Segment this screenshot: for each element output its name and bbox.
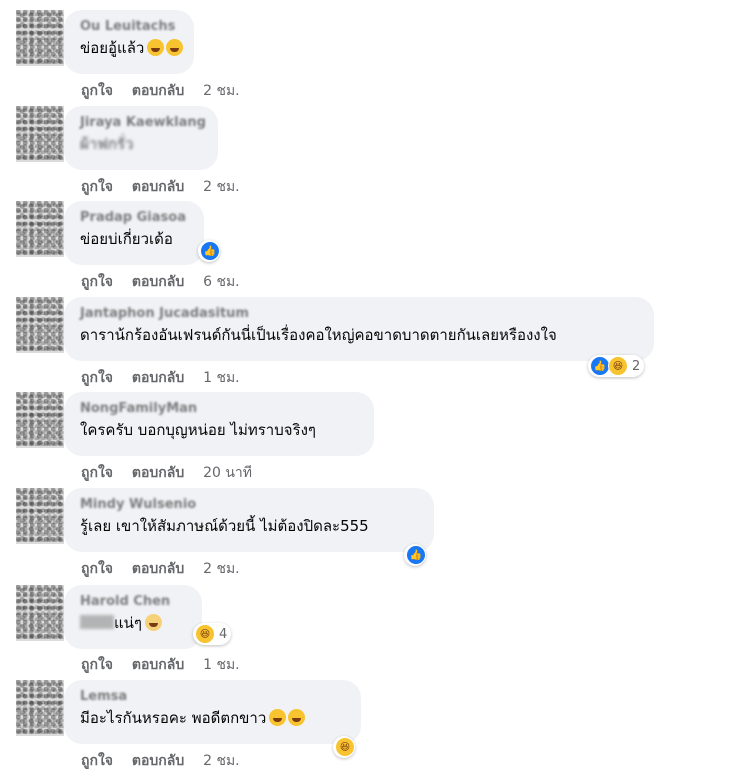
avatar[interactable] bbox=[16, 680, 64, 736]
reply-button[interactable]: ตอบกลับ bbox=[132, 83, 184, 99]
comment-bubble: Jantaphon Jucadasitum ดาราน้กร้องอันเฟรน… bbox=[64, 297, 654, 361]
commenter-name[interactable]: Lemsa bbox=[80, 688, 347, 705]
commenter-name[interactable]: Jantaphon Jucadasitum bbox=[80, 305, 640, 322]
avatar[interactable] bbox=[16, 297, 64, 353]
reply-button[interactable]: ตอบกลับ bbox=[132, 753, 184, 769]
like-reaction-icon: 👍 bbox=[406, 545, 426, 565]
like-reaction-icon: 👍 bbox=[200, 241, 220, 261]
comment-text: แน่ๆ bbox=[80, 612, 188, 634]
reply-button[interactable]: ตอบกลับ bbox=[132, 370, 184, 386]
like-button[interactable]: ถูกใจ bbox=[81, 83, 113, 99]
comment-text: ข่อยอู้แล้ว bbox=[80, 37, 184, 59]
reply-button[interactable]: ตอบกลับ bbox=[132, 179, 184, 195]
comment-text: ข่อยบ่เกี่ยวเด้อ bbox=[80, 230, 173, 248]
haha-reaction-icon: 😆 bbox=[608, 356, 628, 376]
avatar[interactable] bbox=[16, 106, 64, 162]
comment-actions: ถูกใจ ตอบกลับ 1 ชม. bbox=[81, 655, 240, 675]
commenter-name[interactable]: Jiraya Kaewklang bbox=[80, 114, 206, 131]
reply-button[interactable]: ตอบกลับ bbox=[132, 274, 184, 290]
rofl-emoji-icon bbox=[166, 39, 184, 56]
comment-timestamp[interactable]: 6 ชม. bbox=[203, 274, 240, 290]
reaction-count: 4 bbox=[219, 626, 228, 642]
comment-bubble: Pradap Giasoa ข่อยบ่เกี่ยวเด้อ bbox=[64, 201, 204, 265]
comment-actions: ถูกใจ ตอบกลับ 2 ชม. bbox=[81, 751, 240, 771]
rofl-emoji-icon bbox=[288, 709, 306, 726]
like-button[interactable]: ถูกใจ bbox=[81, 179, 113, 195]
reply-button[interactable]: ตอบกลับ bbox=[132, 657, 184, 673]
like-button[interactable]: ถูกใจ bbox=[81, 561, 113, 577]
comment-text: ใครครับ บอกบุญหน่อย ไม่ทราบจริงๆ bbox=[80, 421, 316, 439]
comment-bubble: Ou Leuitachs ข่อยอู้แล้ว bbox=[64, 10, 194, 74]
avatar[interactable] bbox=[16, 392, 64, 448]
comment-text-content: มีอะไรกันหรอคะ พอดีตกขาว bbox=[80, 709, 267, 727]
scream-emoji-icon bbox=[144, 614, 162, 631]
comment-bubble: Harold Chen แน่ๆ bbox=[64, 585, 202, 649]
comment-actions: ถูกใจ ตอบกลับ 2 ชม. bbox=[81, 559, 240, 579]
comment-text-content: แน่ๆ bbox=[114, 614, 142, 632]
reaction-summary[interactable]: 😆 4 bbox=[193, 623, 232, 645]
comment-timestamp[interactable]: 2 ชม. bbox=[203, 561, 240, 577]
commenter-name[interactable]: Mindy Wulsenio bbox=[80, 496, 420, 513]
comment-text: ดาราน้กร้องอันเฟรนด์กันนี่เป็นเรื่องคอให… bbox=[80, 326, 557, 344]
comment-actions: ถูกใจ ตอบกลับ 2 ชม. bbox=[81, 81, 240, 101]
comment-timestamp[interactable]: 1 ชม. bbox=[203, 657, 240, 673]
like-button[interactable]: ถูกใจ bbox=[81, 753, 113, 769]
avatar[interactable] bbox=[16, 585, 64, 641]
reaction-summary[interactable]: 👍 😆 2 bbox=[588, 355, 645, 377]
comment-actions: ถูกใจ ตอบกลับ 2 ชม. bbox=[81, 177, 240, 197]
comment-timestamp[interactable]: 2 ชม. bbox=[203, 83, 240, 99]
commenter-name[interactable]: Ou Leuitachs bbox=[80, 18, 180, 35]
like-button[interactable]: ถูกใจ bbox=[81, 370, 113, 386]
haha-reaction-icon: 😆 bbox=[195, 624, 215, 644]
comment-text: มีอะไรกันหรอคะ พอดีตกขาว bbox=[80, 707, 347, 729]
reaction-count: 2 bbox=[632, 358, 641, 374]
reaction-summary[interactable]: 👍 bbox=[198, 240, 220, 262]
comment-bubble: Lemsa มีอะไรกันหรอคะ พอดีตกขาว bbox=[64, 680, 361, 744]
comment-actions: ถูกใจ ตอบกลับ 20 นาที bbox=[81, 463, 252, 483]
comment-bubble: NongFamilyMan ใครครับ บอกบุญหน่อย ไม่ทรา… bbox=[64, 392, 374, 456]
comment-text: รู้เลย เขาให้สัมภาษณ์ด้วยนี้ ไม่ต้องปิดล… bbox=[80, 517, 369, 535]
haha-reaction-icon: 😆 bbox=[335, 737, 355, 757]
like-reaction-icon: 👍 bbox=[590, 356, 610, 376]
commenter-name[interactable]: NongFamilyMan bbox=[80, 400, 360, 417]
reply-button[interactable]: ตอบกลับ bbox=[132, 465, 184, 481]
commenter-name[interactable]: Harold Chen bbox=[80, 593, 188, 610]
reaction-summary[interactable]: 👍 bbox=[404, 544, 426, 566]
comment-actions: ถูกใจ ตอบกลับ 1 ชม. bbox=[81, 368, 240, 388]
comment-timestamp[interactable]: 2 ชม. bbox=[203, 179, 240, 195]
comment-timestamp[interactable]: 2 ชม. bbox=[203, 753, 240, 769]
comment-timestamp[interactable]: 1 ชม. bbox=[203, 370, 240, 386]
comment-text: ผ้าฟกรั่ว bbox=[80, 135, 134, 153]
rofl-emoji-icon bbox=[147, 39, 165, 56]
reply-button[interactable]: ตอบกลับ bbox=[132, 561, 184, 577]
avatar[interactable] bbox=[16, 10, 64, 66]
reaction-summary[interactable]: 😆 bbox=[333, 736, 355, 758]
comment-timestamp[interactable]: 20 นาที bbox=[203, 465, 252, 481]
avatar[interactable] bbox=[16, 201, 64, 257]
comment-text-content: ข่อยอู้แล้ว bbox=[80, 39, 145, 57]
commenter-name[interactable]: Pradap Giasoa bbox=[80, 209, 190, 226]
blurred-text bbox=[80, 615, 114, 629]
comment-bubble: Mindy Wulsenio รู้เลย เขาให้สัมภาษณ์ด้วย… bbox=[64, 488, 434, 552]
rofl-emoji-icon bbox=[269, 709, 287, 726]
comment-bubble: Jiraya Kaewklang ผ้าฟกรั่ว bbox=[64, 106, 218, 170]
like-button[interactable]: ถูกใจ bbox=[81, 465, 113, 481]
comment-actions: ถูกใจ ตอบกลับ 6 ชม. bbox=[81, 272, 240, 292]
avatar[interactable] bbox=[16, 488, 64, 544]
like-button[interactable]: ถูกใจ bbox=[81, 657, 113, 673]
like-button[interactable]: ถูกใจ bbox=[81, 274, 113, 290]
